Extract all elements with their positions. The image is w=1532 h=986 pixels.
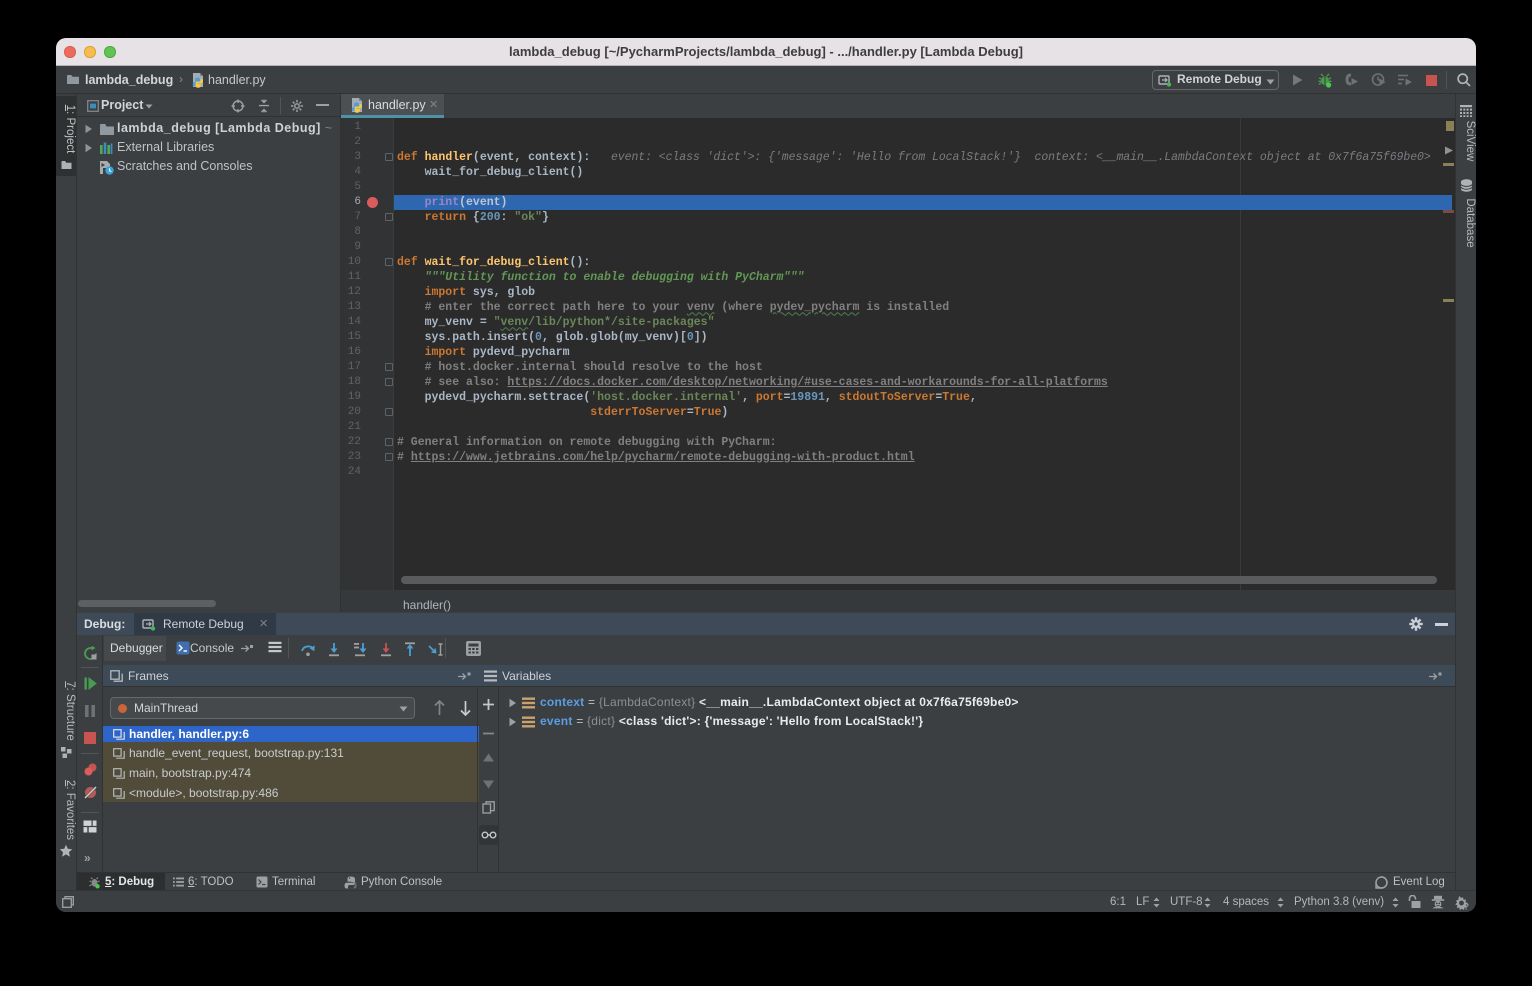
svg-text:?: ? (1464, 902, 1470, 911)
